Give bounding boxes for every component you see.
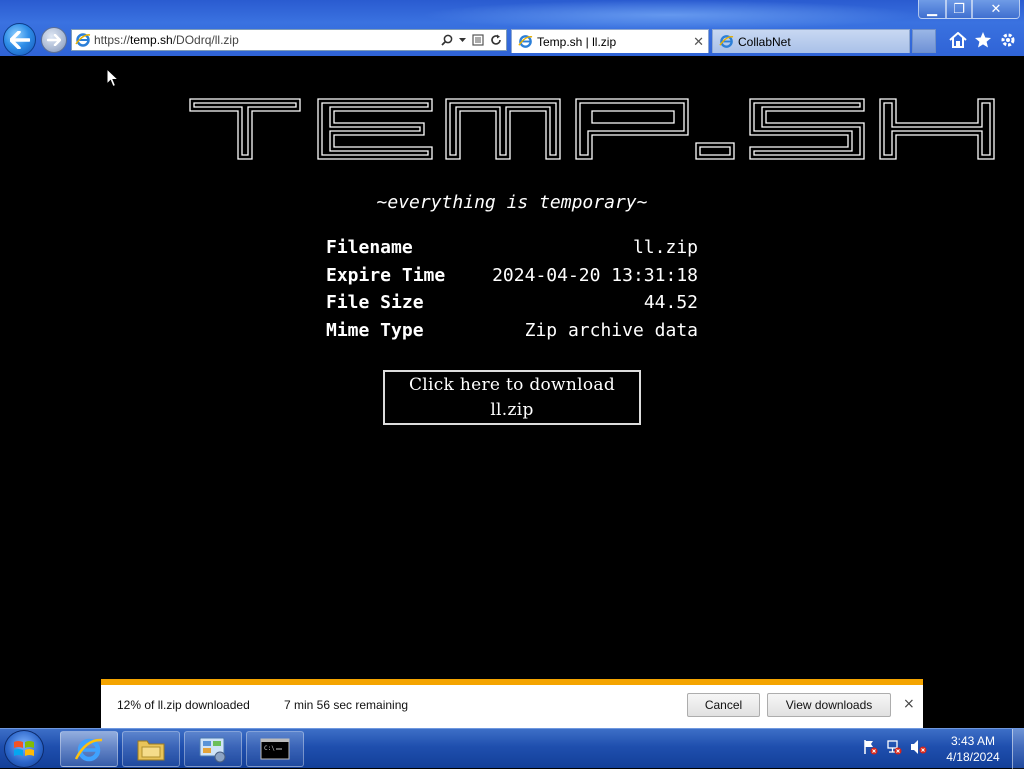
ie-page-icon — [719, 35, 734, 48]
taskbar-control-panel[interactable] — [184, 731, 242, 767]
download-link-button[interactable]: Click here to download ll.zip — [383, 370, 641, 425]
download-status-text: 12% of ll.zip downloaded — [117, 698, 250, 712]
arrow-right-icon — [47, 34, 61, 46]
close-window-button[interactable]: ✕ — [972, 0, 1020, 19]
back-button[interactable] — [3, 23, 36, 56]
taskbar-clock[interactable]: 3:43 AM 4/18/2024 — [938, 733, 1008, 765]
url-host: temp.sh — [130, 33, 173, 47]
browser-chrome: ▁ ❐ ✕ https://temp.sh/DOdrq/ll.zip Temp.… — [0, 0, 1024, 56]
info-key: File Size — [326, 292, 424, 314]
arrow-left-icon — [9, 30, 30, 49]
address-url[interactable]: https://temp.sh/DOdrq/ll.zip — [94, 33, 239, 47]
tab-temp-sh[interactable]: Temp.sh | ll.zip ✕ — [511, 29, 709, 53]
download-button-line1: Click here to download — [408, 374, 616, 395]
ie-page-icon — [518, 35, 533, 48]
tagline: ~everything is temporary~ — [376, 192, 648, 213]
windows-logo-icon — [14, 741, 34, 756]
address-bar[interactable]: https://temp.sh/DOdrq/ll.zip — [71, 29, 507, 51]
control-panel-icon — [199, 737, 226, 763]
tab-label: CollabNet — [738, 34, 791, 49]
download-notification-bar: 12% of ll.zip downloaded 7 min 56 sec re… — [101, 679, 923, 728]
view-downloads-button[interactable]: View downloads — [767, 693, 891, 717]
info-value: 2024-04-20 13:31:18 — [492, 264, 698, 286]
clock-time: 3:43 AM — [950, 734, 996, 748]
taskbar-windows-explorer[interactable] — [122, 731, 180, 767]
download-time-remaining: 7 min 56 sec remaining — [284, 698, 409, 712]
cancel-download-button[interactable]: Cancel — [687, 693, 760, 717]
clock-date: 4/18/2024 — [946, 750, 1000, 764]
info-row-file-size: File Size 44.52 — [326, 289, 698, 317]
info-key: Mime Type — [326, 319, 424, 341]
url-path: /DOdrq/ll.zip — [172, 33, 239, 47]
favorites-button[interactable] — [972, 29, 994, 51]
action-center-flag-icon[interactable] — [862, 739, 878, 755]
info-value: Zip archive data — [524, 319, 698, 341]
minimize-button[interactable]: ▁ — [918, 0, 946, 19]
network-icon[interactable] — [886, 739, 902, 755]
start-button[interactable] — [4, 730, 44, 768]
mouse-cursor-icon — [106, 68, 119, 88]
chevron-down-icon[interactable] — [459, 37, 466, 43]
maximize-button[interactable]: ❐ — [946, 0, 972, 19]
taskbar-command-prompt[interactable]: C:\ — [246, 731, 304, 767]
info-key: Filename — [326, 237, 413, 259]
folder-icon — [137, 740, 165, 761]
tab-collabnet[interactable]: CollabNet — [712, 29, 910, 53]
taskbar: C:\ 3:43 AM 4/18/2024 — [0, 728, 1024, 769]
info-value: ll.zip — [632, 237, 698, 259]
info-row-filename: Filename ll.zip — [326, 234, 698, 262]
info-row-expire-time: Expire Time 2024-04-20 13:31:18 — [326, 262, 698, 290]
tools-button[interactable] — [997, 29, 1019, 51]
ie-page-icon — [72, 30, 94, 50]
compatibility-view-icon[interactable] — [472, 34, 484, 46]
new-tab-button[interactable] — [912, 29, 936, 53]
refresh-icon[interactable] — [490, 34, 502, 46]
temp-sh-logo — [189, 98, 995, 160]
download-progress-bar — [101, 679, 923, 685]
taskbar-internet-explorer[interactable] — [60, 731, 118, 767]
search-icon[interactable] — [441, 34, 453, 46]
info-row-mime-type: Mime Type Zip archive data — [326, 317, 698, 345]
close-icon[interactable]: × — [903, 696, 915, 712]
tab-label: Temp.sh | ll.zip — [537, 34, 617, 49]
system-tray — [862, 739, 928, 755]
star-icon — [975, 32, 991, 48]
close-tab-icon[interactable]: ✕ — [693, 34, 704, 50]
page-content: ~everything is temporary~ Filename ll.zi… — [0, 56, 1024, 680]
home-button[interactable] — [947, 29, 969, 51]
file-info-table: Filename ll.zip Expire Time 2024-04-20 1… — [326, 234, 698, 344]
download-button-line2: ll.zip — [490, 399, 534, 420]
info-key: Expire Time — [326, 264, 446, 286]
show-desktop-button[interactable] — [1012, 729, 1024, 769]
forward-button[interactable] — [41, 27, 67, 53]
home-icon — [949, 32, 967, 48]
command-prompt-icon: C:\ — [260, 738, 290, 760]
volume-muted-icon[interactable] — [910, 739, 928, 755]
svg-text:C:\: C:\ — [264, 745, 275, 752]
gear-icon — [1001, 33, 1015, 47]
url-prefix: https:// — [94, 33, 131, 47]
info-value: 44.52 — [643, 292, 698, 314]
internet-explorer-icon — [74, 738, 103, 762]
